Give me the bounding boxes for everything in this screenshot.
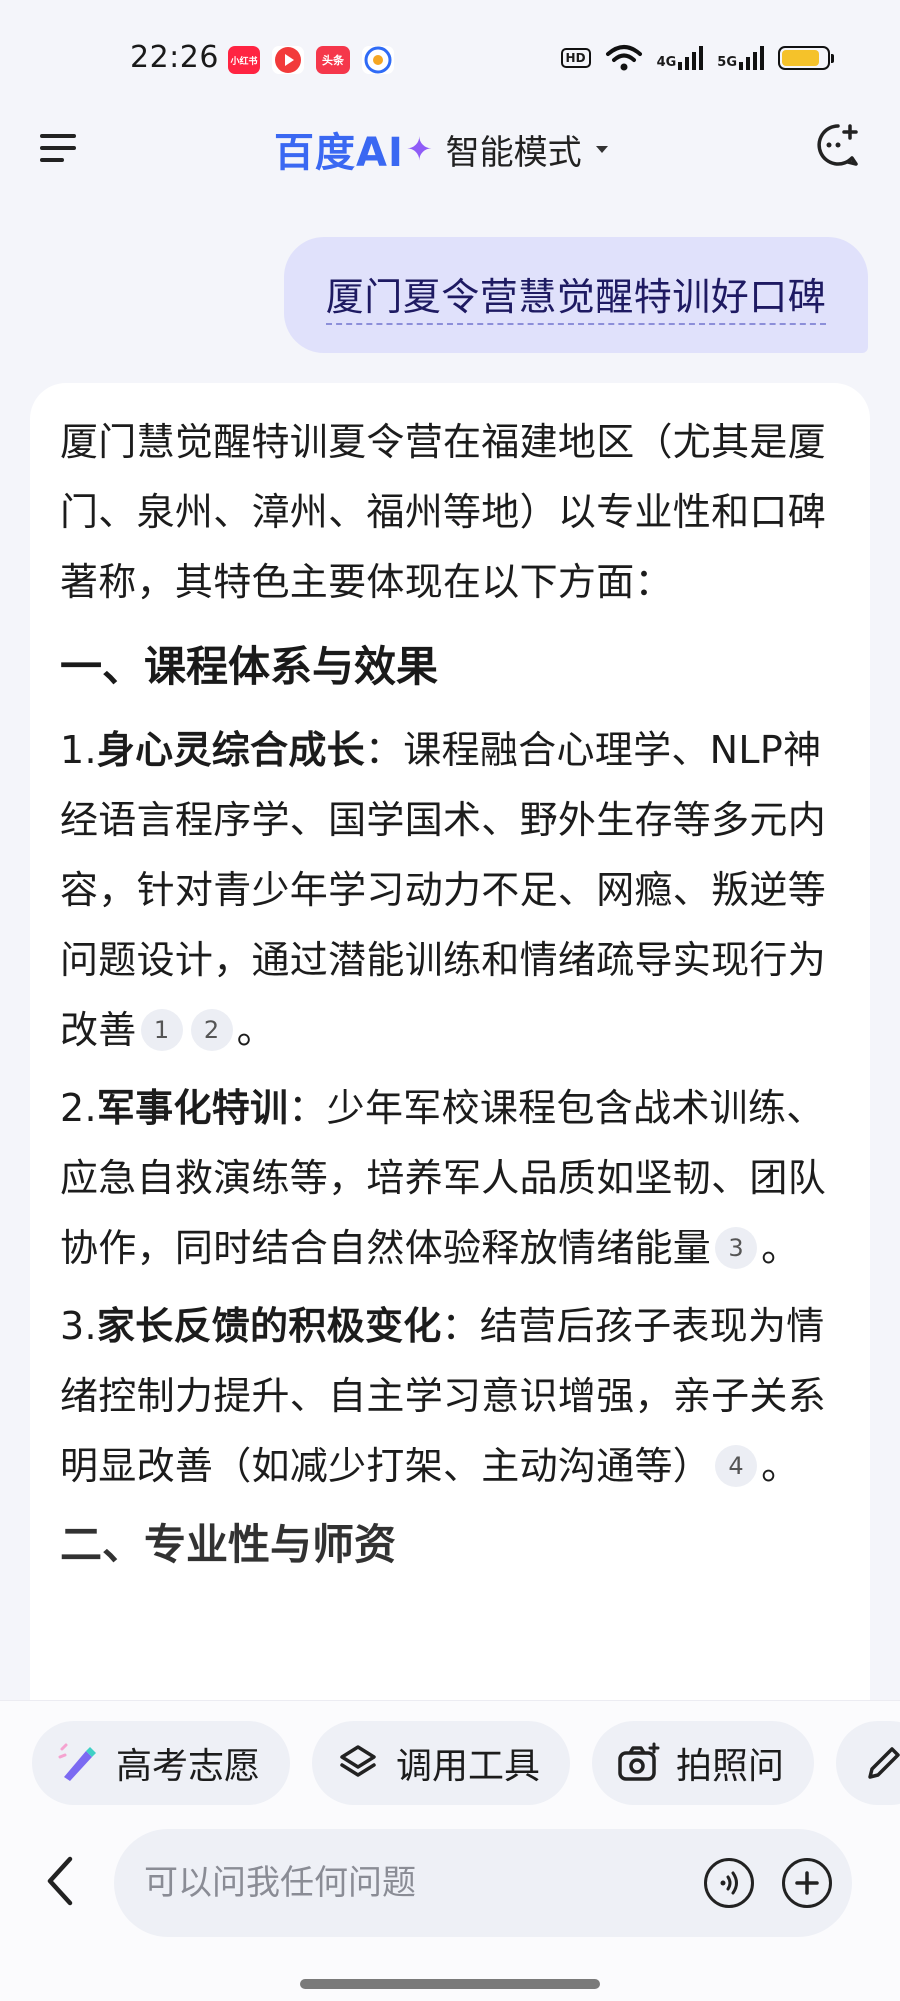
- sparkle-icon: ✦: [405, 130, 434, 168]
- chat-input-bar: [114, 1829, 852, 1937]
- section-title-2: 二、专业性与师资: [60, 1520, 397, 1569]
- baidu-app-icon: [362, 46, 394, 74]
- layers-icon: [336, 1741, 380, 1785]
- home-indicator: [300, 1979, 600, 1989]
- chip-gaokao[interactable]: 高考志愿: [32, 1721, 291, 1805]
- plus-icon: [795, 1871, 819, 1895]
- ai-answer-card: 厦门慧觉醒特训夏令营在福建地区（尤其是厦门、泉州、漳州、福州等地）以专业性和口碑…: [30, 383, 870, 1703]
- mode-selector[interactable]: 智能模式: [446, 125, 608, 174]
- baidu-ai-logo: 百度AI ✦: [274, 130, 434, 176]
- quick-action-chips: 高考志愿 调用工具 拍照问: [32, 1721, 900, 1805]
- signal-4g-icon: 4G: [657, 46, 704, 70]
- menu-button[interactable]: [36, 122, 86, 172]
- hd-voice-icon: HD: [560, 48, 591, 68]
- pen-edit-icon: [862, 1741, 900, 1785]
- citation-badge[interactable]: 1: [140, 1008, 183, 1051]
- battery-icon: [778, 46, 834, 70]
- chat-plus-icon: [817, 124, 858, 166]
- citation-badge[interactable]: 2: [190, 1008, 233, 1051]
- status-bar: 22:26 小红书 头条 HD 4G 5G: [0, 0, 900, 120]
- section-title-1: 一、课程体系与效果: [60, 642, 439, 691]
- new-chat-button[interactable]: [812, 120, 862, 170]
- app-header: 百度AI ✦ 智能模式: [0, 110, 900, 210]
- chat-input[interactable]: [142, 1862, 676, 1904]
- chip-photo-ask[interactable]: 拍照问: [592, 1721, 815, 1805]
- camera-icon: [616, 1741, 660, 1785]
- caret-down-icon: [595, 145, 608, 153]
- signal-5g-icon: 5G: [717, 46, 764, 70]
- user-message-text: 厦门夏令营慧觉醒特训好口碑: [325, 266, 827, 325]
- list-item: 3.家长反馈的积极变化：结营后孩子表现为情绪控制力提升、自主学习意识增强，亲子关…: [60, 1304, 827, 1488]
- system-icons: HD 4G 5G: [560, 44, 834, 72]
- video-play-icon: [272, 46, 304, 74]
- mode-label: 智能模式: [445, 132, 582, 173]
- brand-title: 百度AI ✦ 智能模式: [274, 120, 608, 178]
- bottom-panel: 高考志愿 调用工具 拍照问: [0, 1700, 900, 2001]
- voice-wave-icon: [720, 1871, 738, 1895]
- add-attachment-button[interactable]: [782, 1858, 832, 1908]
- back-button[interactable]: [38, 1851, 86, 1911]
- chevron-left-icon: [47, 1856, 73, 1906]
- answer-intro: 厦门慧觉醒特训夏令营在福建地区（尤其是厦门、泉州、漳州、福州等地）以专业性和口碑…: [60, 420, 827, 604]
- toutiao-icon: 头条: [316, 46, 350, 74]
- status-time: 22:26: [130, 40, 219, 75]
- xiaohongshu-icon: 小红书: [228, 46, 260, 74]
- chip-tools[interactable]: 调用工具: [312, 1721, 571, 1805]
- chip-write[interactable]: [836, 1721, 900, 1805]
- list-item: 2.军事化特训：少年军校课程包含战术训练、应急自救演练等，培养军人品质如坚韧、团…: [60, 1086, 827, 1270]
- list-item: 1.身心灵综合成长：课程融合心理学、NLP神经语言程序学、国学国术、野外生存等多…: [60, 728, 827, 1052]
- voice-input-button[interactable]: [704, 1858, 754, 1908]
- notification-icons: 小红书 头条: [228, 46, 394, 74]
- citation-badge[interactable]: 3: [715, 1226, 758, 1269]
- user-message-bubble[interactable]: 厦门夏令营慧觉醒特训好口碑: [284, 237, 868, 353]
- citation-badge[interactable]: 4: [715, 1444, 758, 1487]
- wifi-icon: [605, 45, 642, 71]
- gaokao-pen-icon: [56, 1741, 100, 1785]
